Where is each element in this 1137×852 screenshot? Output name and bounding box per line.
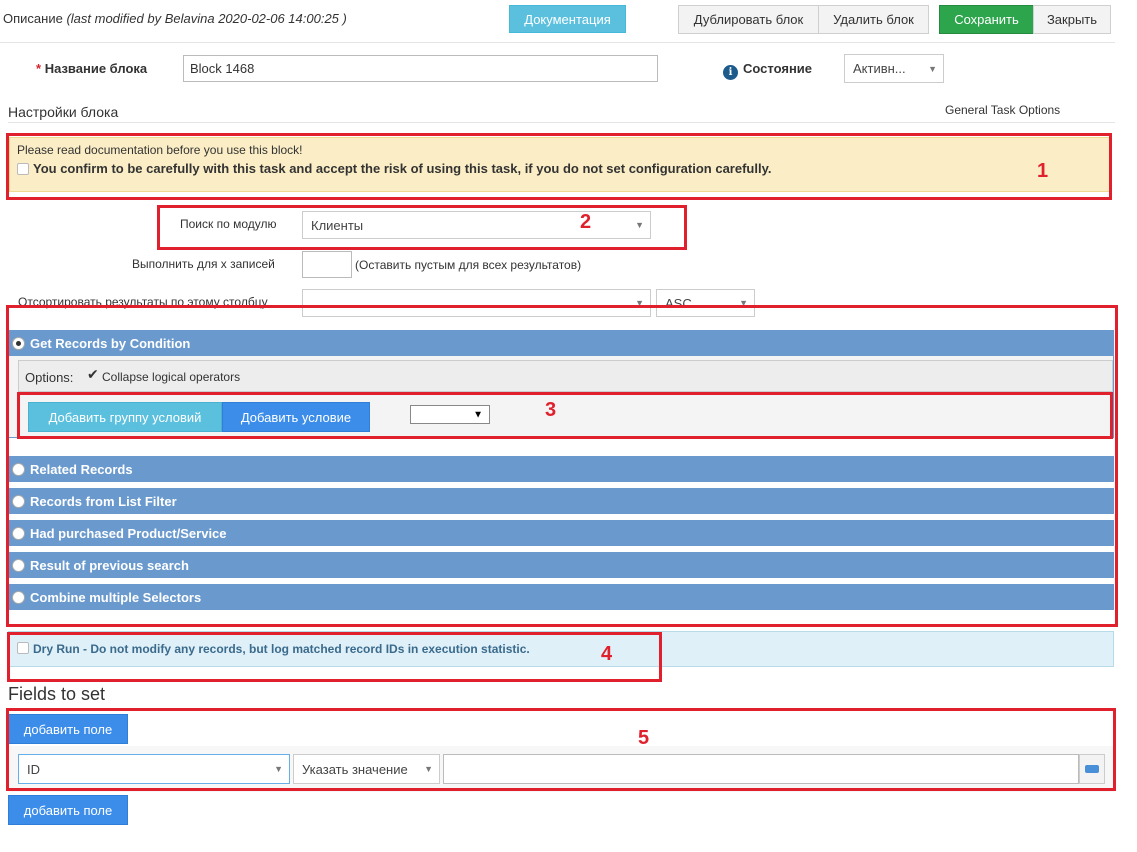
radio-icon[interactable] <box>12 590 25 604</box>
related-records-label: Related Records <box>30 461 133 477</box>
chevron-down-icon: ▼ <box>274 764 283 774</box>
dry-run-label: Dry Run - Do not modify any records, but… <box>33 642 530 656</box>
previous-search-label: Result of previous search <box>30 557 189 573</box>
module-select[interactable]: Клиенты ▼ <box>302 211 651 239</box>
radio-icon[interactable] <box>12 462 25 476</box>
module-search-label: Поиск по модулю <box>180 217 277 231</box>
radio-icon[interactable] <box>12 494 25 508</box>
add-condition-button[interactable]: Добавить условие <box>222 402 370 432</box>
block-name-input[interactable]: Block 1468 <box>183 55 658 82</box>
fields-to-set-title: Fields to set <box>8 684 106 704</box>
radio-icon[interactable] <box>12 526 25 540</box>
toggle-icon <box>1085 765 1099 773</box>
options-label: Options: <box>25 370 74 385</box>
purchased-product-label: Had purchased Product/Service <box>30 525 227 541</box>
warning-text: Please read documentation before you use… <box>17 143 303 157</box>
field-value-input[interactable] <box>443 754 1079 784</box>
page-title: Описание (last modified by Belavina 2020… <box>3 11 347 26</box>
field-options-button[interactable] <box>1079 754 1105 784</box>
sort-order-select[interactable]: ASC ▼ <box>656 289 755 317</box>
delete-block-button[interactable]: Удалить блок <box>818 5 929 34</box>
confirm-label: You confirm to be carefully with this ta… <box>33 161 772 176</box>
list-filter-label: Records from List Filter <box>30 493 177 509</box>
limit-input[interactable] <box>302 251 352 278</box>
purchased-product-header[interactable]: Had purchased Product/Service <box>8 520 1114 546</box>
duplicate-block-button[interactable]: Дублировать блок <box>678 5 819 34</box>
collapse-operators-label: Collapse logical operators <box>102 370 241 384</box>
settings-divider <box>8 122 1115 123</box>
block-name-label-text: Название блока <box>44 61 148 76</box>
dry-run-checkbox[interactable] <box>17 642 29 654</box>
radio-checked-icon[interactable] <box>12 336 25 350</box>
state-select[interactable]: Активн... ▼ <box>844 54 944 83</box>
related-records-header[interactable]: Related Records <box>8 456 1114 482</box>
sort-label: Отсортировать результаты по этому столбц… <box>18 295 268 309</box>
info-icon: i <box>723 65 738 80</box>
settings-title: Настройки блока <box>8 104 119 120</box>
page-title-text: Описание <box>3 11 63 26</box>
chevron-down-icon: ▼ <box>928 63 937 74</box>
add-condition-group-button[interactable]: Добавить группу условий <box>28 402 222 432</box>
sort-column-select[interactable]: ▼ <box>302 289 651 317</box>
logical-operator-select[interactable]: ▼ <box>410 405 490 424</box>
documentation-button[interactable]: Документация <box>509 5 626 33</box>
state-label: Состояние <box>743 61 813 76</box>
sort-order-value: ASC <box>665 295 692 311</box>
value-mode-select[interactable]: Указать значение ▼ <box>293 754 440 784</box>
confirm-checkbox[interactable] <box>17 163 29 175</box>
chevron-down-icon: ▼ <box>635 298 644 308</box>
limit-label: Выполнить для x записей <box>132 257 275 271</box>
get-by-condition-label: Get Records by Condition <box>30 335 191 351</box>
save-button[interactable]: Сохранить <box>939 5 1034 34</box>
field-select-value: ID <box>27 761 40 777</box>
limit-hint: (Оставить пустым для всех результатов) <box>355 258 582 272</box>
list-filter-header[interactable]: Records from List Filter <box>8 488 1114 514</box>
close-button[interactable]: Закрыть <box>1033 5 1111 34</box>
radio-icon[interactable] <box>12 558 25 572</box>
annotation-number-3: 3 <box>545 399 557 421</box>
value-mode-value: Указать значение <box>302 761 408 777</box>
combine-selectors-header[interactable]: Combine multiple Selectors <box>8 584 1114 610</box>
checkmark-icon[interactable]: ✔ <box>87 366 99 383</box>
chevron-down-icon: ▼ <box>424 764 433 774</box>
chevron-down-icon: ▼ <box>473 409 483 420</box>
annotation-number-4: 4 <box>601 643 613 665</box>
add-field-button-bottom[interactable]: добавить поле <box>8 795 128 825</box>
chevron-down-icon: ▼ <box>739 298 748 308</box>
field-select[interactable]: ID ▼ <box>18 754 290 784</box>
annotation-number-2: 2 <box>580 211 592 233</box>
last-modified-text: (last modified by Belavina 2020-02-06 14… <box>66 11 347 26</box>
general-task-options: General Task Options <box>945 103 1061 117</box>
chevron-down-icon: ▼ <box>635 220 644 230</box>
module-select-value: Клиенты <box>311 217 364 233</box>
annotation-number-5: 5 <box>638 727 650 749</box>
state-select-value: Активн... <box>853 61 906 76</box>
required-mark: * <box>36 61 42 76</box>
combine-selectors-label: Combine multiple Selectors <box>30 589 202 605</box>
get-by-condition-header[interactable]: Get Records by Condition <box>8 330 1114 356</box>
previous-search-header[interactable]: Result of previous search <box>8 552 1114 578</box>
add-field-button[interactable]: добавить поле <box>8 714 128 744</box>
annotation-number-1: 1 <box>1037 160 1049 182</box>
block-name-label: * Название блока <box>36 61 147 76</box>
header-divider <box>0 42 1115 43</box>
